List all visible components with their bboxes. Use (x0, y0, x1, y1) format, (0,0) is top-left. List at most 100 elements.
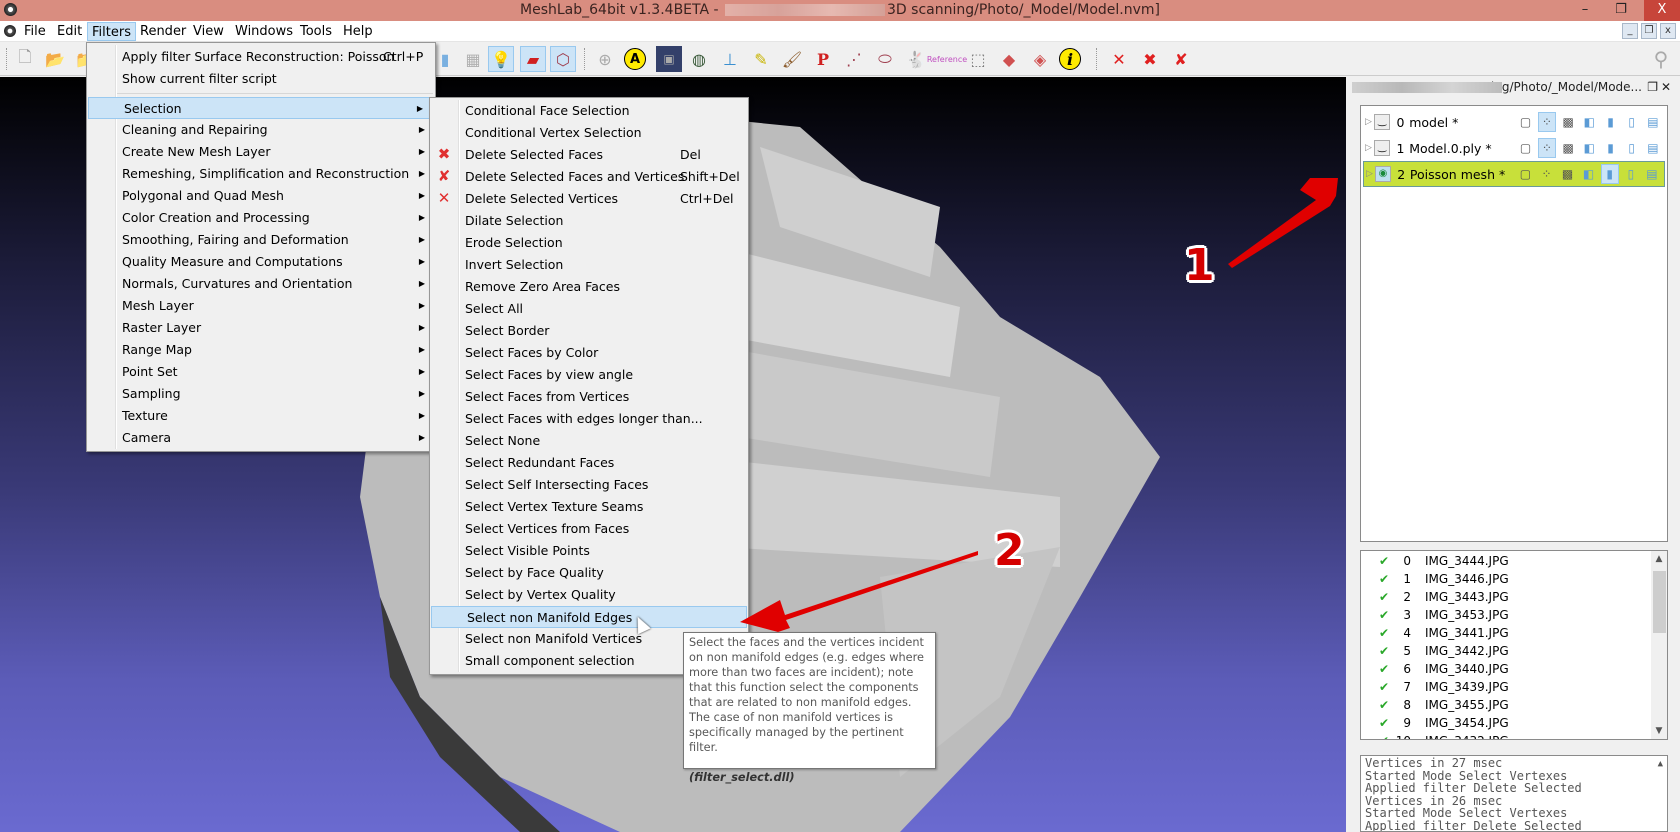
checkmark-icon[interactable]: ✔ (1361, 732, 1395, 739)
raster-row[interactable]: ✔ 4 IMG_3441.JPG (1361, 624, 1667, 642)
menu-tools[interactable]: Tools (296, 22, 336, 41)
selection-filter-item[interactable]: ✖ Delete Selected Faces Del (430, 144, 748, 166)
face-select-render-icon[interactable]: ▰ (520, 46, 546, 72)
menu-render[interactable]: Render (136, 22, 190, 41)
flat-lines-render-icon[interactable]: ◧ (1580, 164, 1598, 184)
select-region-icon[interactable]: ⬚ (965, 46, 991, 72)
selection-filter-item[interactable]: Select by Vertex Quality (430, 584, 748, 606)
scrollbar-thumb[interactable] (1653, 571, 1666, 633)
selection-filter-item[interactable]: Select Visible Points (430, 540, 748, 562)
search-icon[interactable]: ⚲ (1648, 46, 1674, 72)
apply-last-filter-item[interactable]: Apply filter Surface Reconstruction: Poi… (87, 46, 435, 68)
filter-category-item[interactable]: Range Map ▶ (87, 339, 435, 361)
filter-category-item[interactable]: Sampling ▶ (87, 383, 435, 405)
filter-category-item[interactable]: Polygonal and Quad Mesh ▶ (87, 185, 435, 207)
filter-category-item[interactable]: Selection ▶ (88, 97, 434, 119)
menu-file[interactable]: File (20, 22, 50, 41)
reference-icon[interactable]: Reference (927, 46, 967, 72)
raster-row[interactable]: ✔ 8 IMG_3455.JPG (1361, 696, 1667, 714)
filter-category-item[interactable]: Point Set ▶ (87, 361, 435, 383)
document-icon[interactable] (4, 25, 16, 37)
mesh-view-icon[interactable]: ◍ (686, 46, 712, 72)
mdi-minimize-button[interactable]: _ (1622, 23, 1638, 39)
eye-visible-icon[interactable]: ◉ (1374, 166, 1392, 182)
filter-category-item[interactable]: Texture ▶ (87, 405, 435, 427)
selection-filter-item[interactable]: Select Faces by view angle (430, 364, 748, 386)
filter-category-item[interactable]: Create New Mesh Layer ▶ (87, 141, 435, 163)
mdi-restore-button[interactable]: ❐ (1641, 23, 1657, 39)
raster-row[interactable]: ✔ 6 IMG_3440.JPG (1361, 660, 1667, 678)
new-project-icon[interactable]: 🗋 (12, 46, 38, 72)
select-faces-2-icon[interactable]: ◈ (1027, 46, 1053, 72)
restore-button[interactable]: ❐ (1606, 0, 1636, 21)
layer-row[interactable]: ▷ ‿ 1 Model.0.ply * ▢ ⁘ ▩ ◧ ▮ ▯ ▤ (1363, 135, 1665, 161)
toolbar-handle-3[interactable] (1096, 48, 1098, 70)
close-dock-icon[interactable]: ✕ (1661, 79, 1671, 95)
vertex-select-render-icon[interactable]: ⬡ (550, 46, 576, 72)
axis-icon[interactable]: ⊥ (717, 46, 743, 72)
selection-filter-item[interactable]: Remove Zero Area Faces (430, 276, 748, 298)
filter-category-item[interactable]: Raster Layer ▶ (87, 317, 435, 339)
delete-faces-toolbar-icon[interactable]: ✖ (1137, 46, 1163, 72)
selection-filter-item[interactable]: Select non Manifold Edges (431, 606, 747, 628)
toolbar-handle-2[interactable] (584, 48, 586, 70)
raster-row[interactable]: ✔ 3 IMG_3453.JPG (1361, 606, 1667, 624)
expand-arrow-icon[interactable]: ▷ (1364, 169, 1375, 179)
raster-row[interactable]: ✔ 0 IMG_3444.JPG (1361, 552, 1667, 570)
trackball-icon[interactable]: ⊕ (592, 46, 618, 72)
selection-filter-item[interactable]: Dilate Selection (430, 210, 748, 232)
wireframe-render-icon[interactable]: ▩ (1559, 112, 1577, 132)
bbox-render-icon[interactable]: ▢ (1517, 112, 1535, 132)
eye-closed-icon[interactable]: ‿ (1373, 114, 1391, 130)
selection-filter-item[interactable]: Select All (430, 298, 748, 320)
show-filter-script-item[interactable]: Show current filter script (87, 68, 435, 90)
float-dock-icon[interactable]: ❐ (1647, 79, 1658, 95)
delete-vertices-toolbar-icon[interactable]: ✕ (1106, 46, 1132, 72)
checkmark-icon[interactable]: ✔ (1361, 714, 1395, 732)
select-vertices-icon[interactable]: ⋰ (841, 46, 867, 72)
filter-category-item[interactable]: Color Creation and Processing ▶ (87, 207, 435, 229)
info-icon[interactable]: i (1059, 48, 1081, 70)
selection-filter-item[interactable]: Select Vertex Texture Seams (430, 496, 748, 518)
light-bulb-icon[interactable]: 💡 (488, 46, 514, 72)
menu-windows[interactable]: Windows (231, 22, 297, 41)
checkmark-icon[interactable]: ✔ (1361, 606, 1395, 624)
texture-render-icon[interactable]: ▦ (460, 46, 486, 72)
select-connected-icon[interactable]: ⬭ (872, 46, 898, 72)
bbox-render-icon[interactable]: ▢ (1517, 138, 1535, 158)
checkmark-icon[interactable]: ✔ (1361, 678, 1395, 696)
selection-filter-item[interactable]: Select Self Intersecting Faces (430, 474, 748, 496)
annotation-icon[interactable]: A (624, 48, 646, 70)
selection-filter-item[interactable]: Select by Face Quality (430, 562, 748, 584)
layer-row[interactable]: ▷ ◉ 2 Poisson mesh * ▢ ⁘ ▩ ◧ ▮ ▯ ▤ (1363, 161, 1665, 187)
raster-camera-icon[interactable]: ▣ (656, 46, 682, 72)
raster-row[interactable]: ✔ 5 IMG_3442.JPG (1361, 642, 1667, 660)
selection-filter-item[interactable]: Conditional Face Selection (430, 100, 748, 122)
smooth-render-icon[interactable]: ▯ (1623, 112, 1641, 132)
measure-tape-icon[interactable]: ✎ (748, 46, 774, 72)
scroll-down-icon[interactable]: ▼ (1651, 723, 1667, 739)
selection-filter-item[interactable]: Select Vertices from Faces (430, 518, 748, 540)
points-render-icon[interactable]: ⁘ (1537, 164, 1555, 184)
point-picker-icon[interactable]: P (810, 46, 836, 72)
checkmark-icon[interactable]: ✔ (1361, 570, 1395, 588)
flat-lines-render-icon[interactable]: ◧ (1580, 112, 1598, 132)
checkmark-icon[interactable]: ✔ (1361, 588, 1395, 606)
select-faces-icon[interactable]: ◆ (996, 46, 1022, 72)
selection-filter-item[interactable]: Select Redundant Faces (430, 452, 748, 474)
wireframe-render-icon[interactable]: ▩ (1559, 164, 1577, 184)
flat-render-icon[interactable]: ▮ (1601, 138, 1619, 158)
selection-filter-item[interactable]: Conditional Vertex Selection (430, 122, 748, 144)
checkmark-icon[interactable]: ✔ (1361, 552, 1395, 570)
expand-arrow-icon[interactable]: ▷ (1363, 117, 1374, 127)
flat-render-icon[interactable]: ▮ (1600, 164, 1619, 184)
minimize-button[interactable]: – (1570, 0, 1600, 21)
selection-filter-item[interactable]: Invert Selection (430, 254, 748, 276)
checkmark-icon[interactable]: ✔ (1361, 696, 1395, 714)
menu-filters[interactable]: Filters (87, 22, 136, 41)
selection-filter-item[interactable]: Select Faces by Color (430, 342, 748, 364)
flat-render-icon[interactable]: ▮ (1601, 112, 1619, 132)
meshlab-app-icon[interactable] (4, 3, 17, 16)
selection-filter-item[interactable]: Select None (430, 430, 748, 452)
open-project-icon[interactable]: 📂 (42, 46, 68, 72)
